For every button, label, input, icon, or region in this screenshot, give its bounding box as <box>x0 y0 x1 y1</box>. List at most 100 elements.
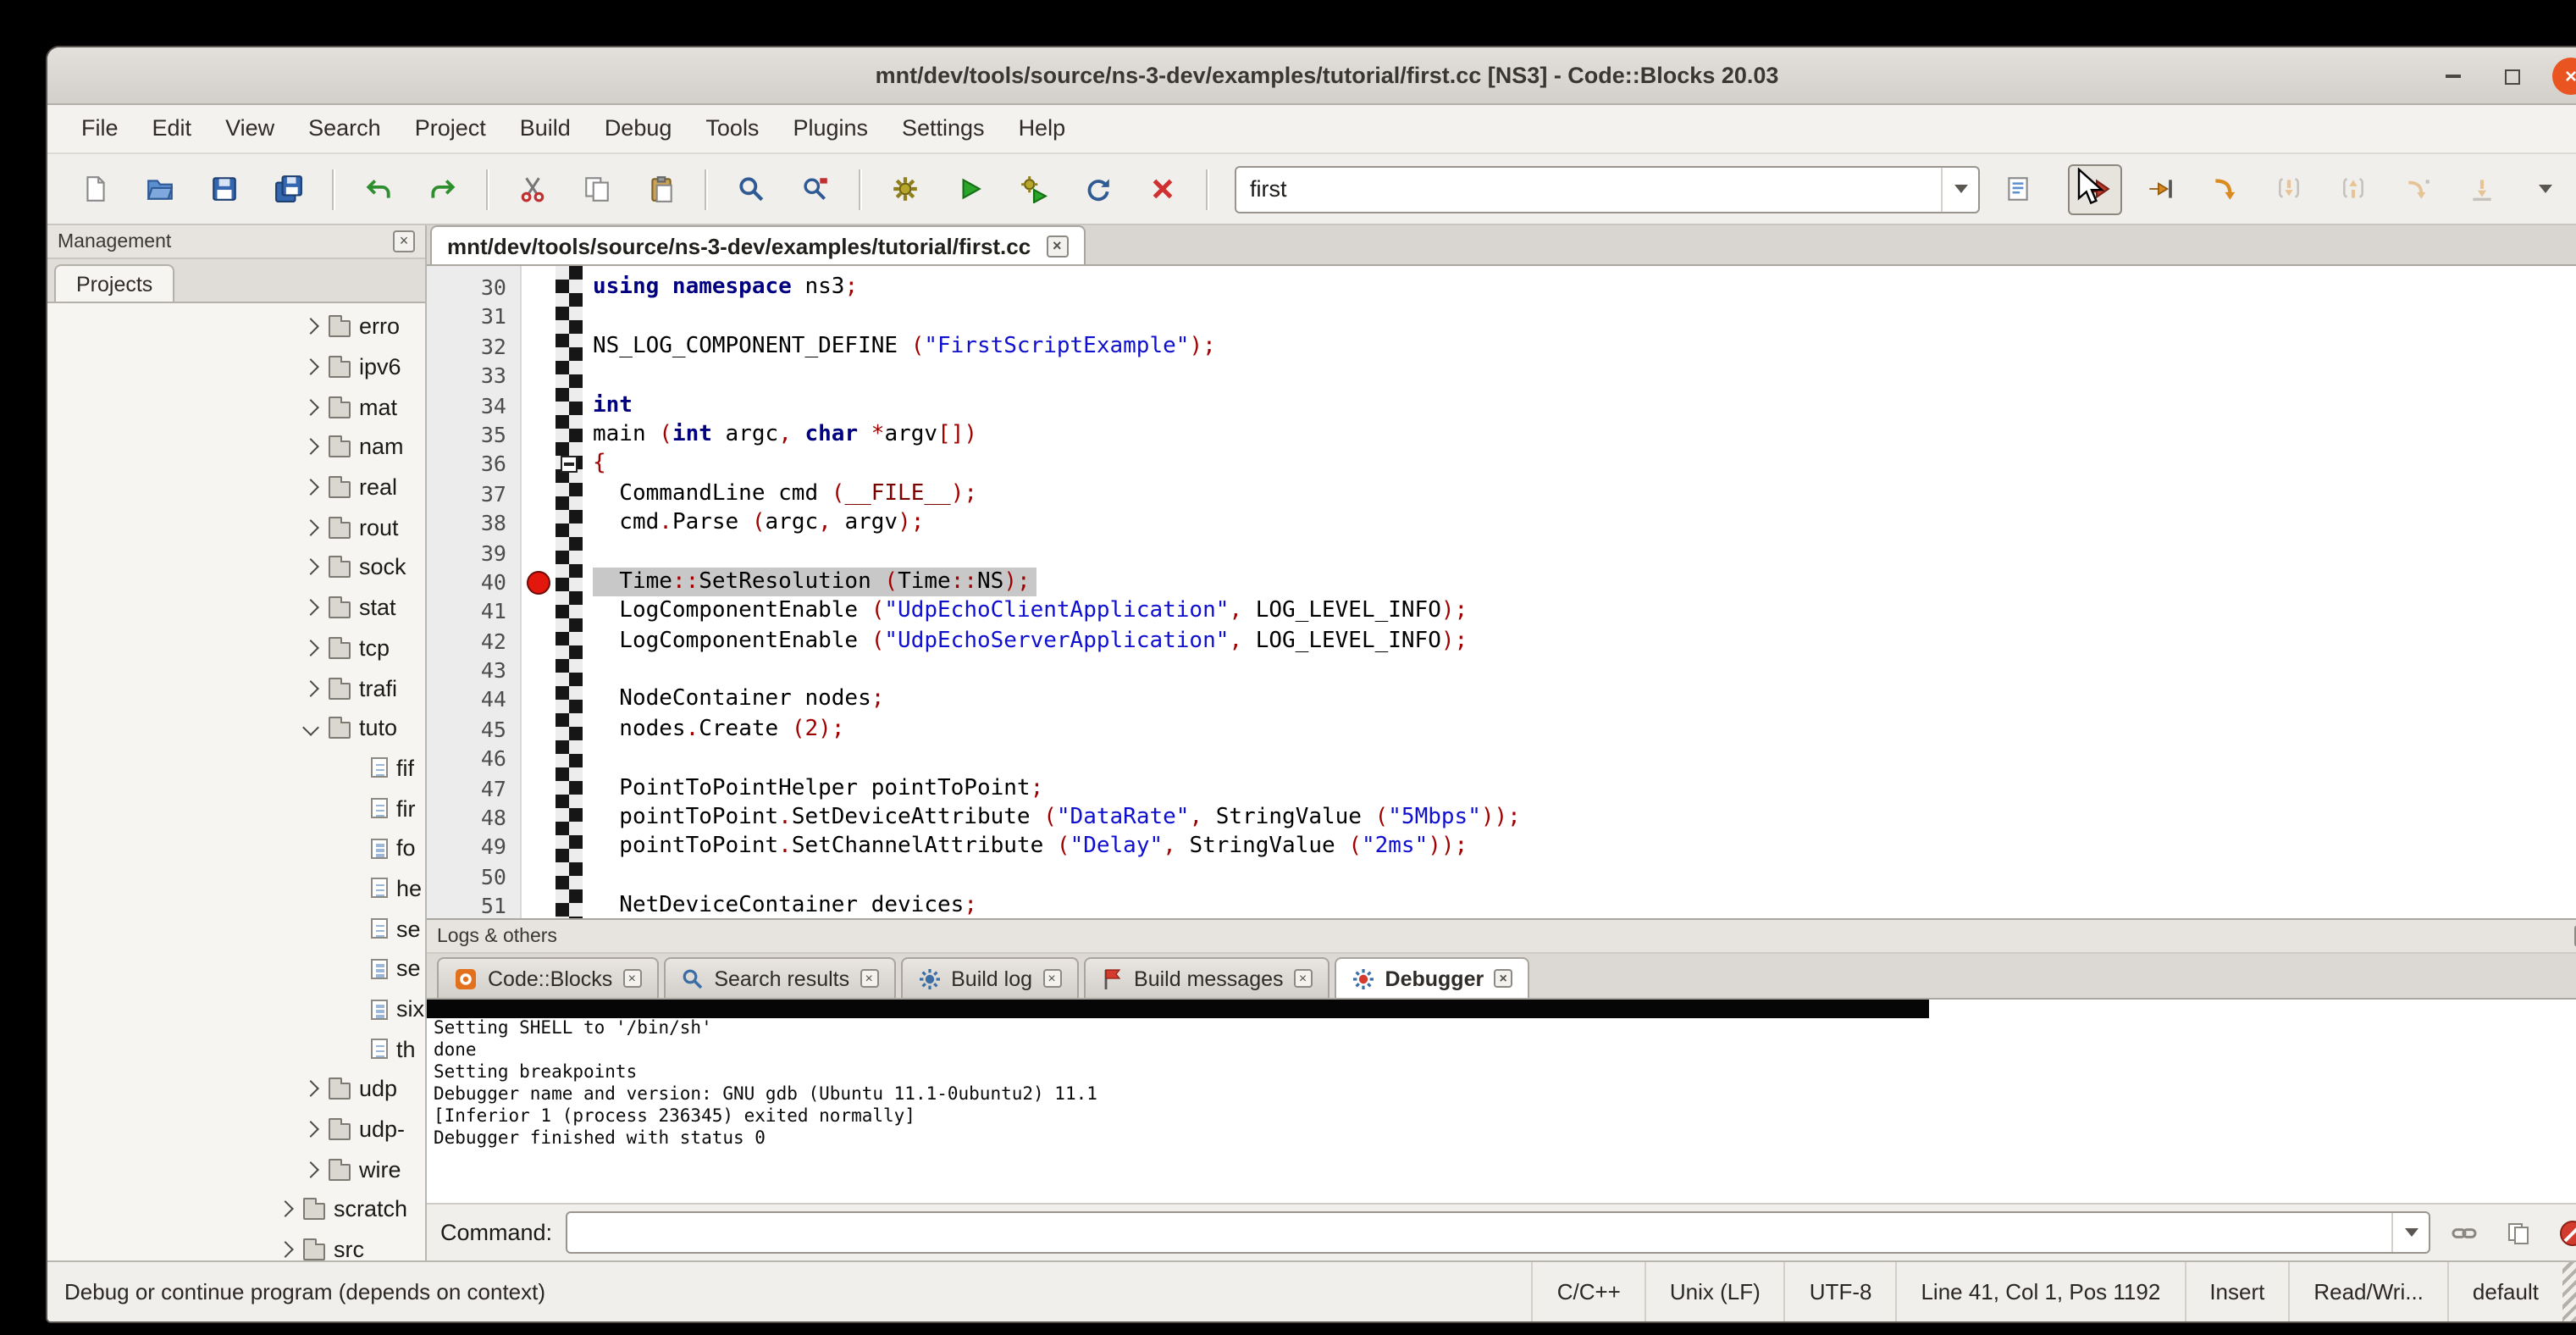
tab-codeblocks[interactable]: Code::Blocks × <box>437 957 658 998</box>
menu-tools[interactable]: Tools <box>688 105 776 152</box>
menu-project[interactable]: Project <box>398 105 503 152</box>
line-number[interactable]: 44 <box>427 685 520 715</box>
run-button[interactable] <box>942 163 996 214</box>
menu-help[interactable]: Help <box>1002 105 1083 152</box>
menu-edit[interactable]: Edit <box>135 105 209 152</box>
run-to-cursor-button[interactable] <box>2132 163 2186 214</box>
line-number[interactable]: 41 <box>427 597 520 627</box>
tree-item-se[interactable]: se <box>47 909 425 949</box>
line-number[interactable]: 47 <box>427 773 520 803</box>
menu-search[interactable]: Search <box>291 105 398 152</box>
debug-continue-button[interactable] <box>2068 163 2122 214</box>
chevron-right-icon[interactable] <box>302 559 319 576</box>
clear-log-button[interactable] <box>2552 1212 2576 1253</box>
maximize-button[interactable] <box>2493 58 2530 95</box>
replace-button[interactable] <box>788 163 842 214</box>
line-number[interactable]: 39 <box>427 538 520 568</box>
menu-view[interactable]: View <box>208 105 291 152</box>
line-number[interactable]: 33 <box>427 361 520 391</box>
paste-button[interactable] <box>633 163 688 214</box>
menu-settings[interactable]: Settings <box>885 105 1002 152</box>
chevron-right-icon[interactable] <box>277 1241 294 1258</box>
tab-close-icon[interactable]: × <box>1294 969 1313 988</box>
menu-build[interactable]: Build <box>503 105 588 152</box>
log-selected-row[interactable] <box>427 1000 1929 1018</box>
close-button[interactable]: × <box>2552 58 2576 95</box>
chevron-right-icon[interactable] <box>302 1081 319 1098</box>
line-number[interactable]: 49 <box>427 833 520 862</box>
tree-item-udp[interactable]: udp <box>47 1069 425 1109</box>
copy-log-button[interactable] <box>2498 1212 2539 1253</box>
fold-margin[interactable] <box>556 266 583 918</box>
chevron-right-icon[interactable] <box>302 679 319 696</box>
line-number[interactable]: 37 <box>427 479 520 508</box>
title-bar[interactable]: mnt/dev/tools/source/ns-3-dev/examples/t… <box>47 47 2576 105</box>
next-line-button[interactable] <box>2197 163 2251 214</box>
tree-item-rout[interactable]: rout <box>47 507 425 547</box>
build-and-run-button[interactable] <box>1006 163 1060 214</box>
code-area[interactable]: using namespace ns3;NS_LOG_COMPONENT_DEF… <box>583 266 2576 918</box>
toolbar-overflow-button[interactable] <box>2518 163 2573 214</box>
line-number[interactable]: 34 <box>427 391 520 420</box>
find-button[interactable] <box>723 163 777 214</box>
step-into-button[interactable] <box>2261 163 2315 214</box>
chevron-right-icon[interactable] <box>302 358 319 375</box>
editor-tab-close-icon[interactable]: × <box>1046 235 1068 257</box>
new-file-button[interactable] <box>68 163 122 214</box>
management-close-icon[interactable]: × <box>393 230 415 252</box>
tab-close-icon[interactable]: × <box>860 969 878 988</box>
line-number[interactable]: 32 <box>427 332 520 362</box>
tree-item-fif[interactable]: fif <box>47 748 425 788</box>
abort-build-button[interactable] <box>1135 163 1189 214</box>
tree-item-he[interactable]: he <box>47 868 425 908</box>
line-number[interactable]: 45 <box>427 715 520 745</box>
copy-button[interactable] <box>569 163 623 214</box>
line-number[interactable]: 36 <box>427 450 520 479</box>
tab-close-icon[interactable]: × <box>622 969 641 988</box>
tab-build-messages[interactable]: Build messages × <box>1083 957 1329 998</box>
save-all-button[interactable] <box>261 163 315 214</box>
tree-item-th[interactable]: th <box>47 1029 425 1069</box>
compiler-options-button[interactable] <box>1990 163 2044 214</box>
menu-debug[interactable]: Debug <box>588 105 689 152</box>
chevron-right-icon[interactable] <box>302 319 319 335</box>
fold-marker[interactable] <box>561 456 578 473</box>
command-dropdown-icon[interactable] <box>2391 1213 2429 1252</box>
tree-item-stat[interactable]: stat <box>47 588 425 628</box>
save-button[interactable] <box>196 163 251 214</box>
tree-item-ipv6[interactable]: ipv6 <box>47 346 425 386</box>
tab-search-results[interactable]: Search results × <box>663 957 895 998</box>
step-into-instruction-button[interactable] <box>2454 163 2508 214</box>
line-number-gutter[interactable]: 3031323334353637383940414243444546474849… <box>427 266 522 918</box>
next-instruction-button[interactable] <box>2390 163 2444 214</box>
chevron-right-icon[interactable] <box>302 1161 319 1178</box>
redo-button[interactable] <box>415 163 469 214</box>
chevron-right-icon[interactable] <box>302 640 319 656</box>
chevron-down-icon[interactable] <box>302 720 319 737</box>
editor-surface[interactable]: 3031323334353637383940414243444546474849… <box>427 266 2576 918</box>
line-number[interactable]: 35 <box>427 420 520 450</box>
tab-close-icon[interactable]: × <box>1494 969 1512 988</box>
chevron-right-icon[interactable] <box>277 1201 294 1218</box>
tree-item-scratch[interactable]: scratch <box>47 1189 425 1229</box>
build-target-dropdown-icon[interactable] <box>1941 167 1978 211</box>
tree-item-six[interactable]: six <box>47 989 425 1028</box>
minimize-button[interactable] <box>2434 58 2471 95</box>
chevron-right-icon[interactable] <box>302 1121 319 1138</box>
tree-item-wire[interactable]: wire <box>47 1149 425 1189</box>
tab-close-icon[interactable]: × <box>1042 969 1061 988</box>
line-number[interactable]: 48 <box>427 803 520 833</box>
menu-file[interactable]: File <box>64 105 135 152</box>
build-target-combobox[interactable] <box>1235 165 1980 213</box>
tree-item-mat[interactable]: mat <box>47 387 425 427</box>
cut-button[interactable] <box>505 163 559 214</box>
step-out-button[interactable] <box>2325 163 2380 214</box>
tree-item-erro[interactable]: erro <box>47 307 425 346</box>
line-number[interactable]: 42 <box>427 626 520 656</box>
chevron-right-icon[interactable] <box>302 399 319 416</box>
tree-item-tuto[interactable]: tuto <box>47 708 425 748</box>
line-number[interactable]: 30 <box>427 273 520 302</box>
chevron-right-icon[interactable] <box>302 519 319 536</box>
editor-tab[interactable]: mnt/dev/tools/source/ns-3-dev/examples/t… <box>430 225 1085 264</box>
tree-item-real[interactable]: real <box>47 468 425 507</box>
